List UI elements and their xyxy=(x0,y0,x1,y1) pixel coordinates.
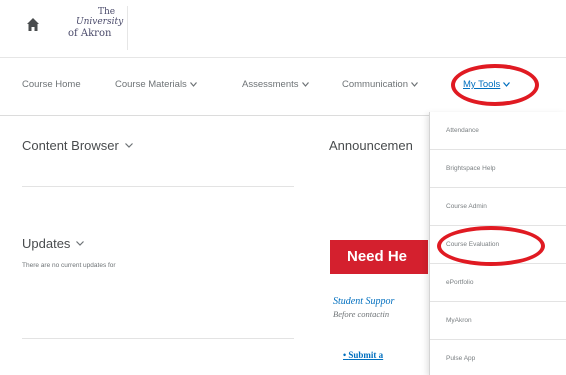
chevron-down-icon xyxy=(411,82,418,87)
nav-communication[interactable]: Communication xyxy=(342,79,418,90)
nav-assessments[interactable]: Assessments xyxy=(242,79,309,90)
announcements-title[interactable]: Announcemen xyxy=(329,138,413,153)
chevron-down-icon xyxy=(76,241,85,246)
nav-my-tools[interactable]: My Tools xyxy=(463,79,511,90)
content-browser-title[interactable]: Content Browser xyxy=(22,138,133,153)
divider xyxy=(22,338,294,339)
widget-title-label: Content Browser xyxy=(22,138,119,153)
logo-line-3: of Akron xyxy=(68,28,112,39)
divider xyxy=(22,186,294,187)
chevron-down-icon xyxy=(503,82,511,87)
nav-course-materials[interactable]: Course Materials xyxy=(115,79,197,90)
chevron-down-icon xyxy=(124,143,133,148)
nav-label: Communication xyxy=(342,79,408,90)
menu-item-eportfolio[interactable]: ePortfolio xyxy=(430,264,566,302)
widget-title-label: Announcemen xyxy=(329,138,413,153)
nav-label: Assessments xyxy=(242,79,299,90)
nav-label: Course Materials xyxy=(115,79,187,90)
need-help-banner[interactable]: Need He xyxy=(330,240,428,274)
menu-item-pulse-app[interactable]: Pulse App xyxy=(430,340,566,375)
student-support-subtitle: Before contactin xyxy=(333,309,390,319)
chevron-down-icon xyxy=(301,82,309,87)
university-logo[interactable]: The University of Akron xyxy=(58,6,128,50)
nav-course-home[interactable]: Course Home xyxy=(22,79,81,90)
my-tools-dropdown: Attendance Brightspace Help Course Admin… xyxy=(429,112,566,375)
top-bar: The University of Akron xyxy=(0,0,566,58)
menu-item-brightspace-help[interactable]: Brightspace Help xyxy=(430,150,566,188)
menu-item-course-evaluation[interactable]: Course Evaluation xyxy=(430,226,566,264)
updates-empty-text: There are no current updates for xyxy=(22,262,116,269)
menu-item-myakron[interactable]: MyAkron xyxy=(430,302,566,340)
chevron-down-icon xyxy=(189,82,197,87)
menu-item-attendance[interactable]: Attendance xyxy=(430,112,566,150)
home-icon[interactable] xyxy=(27,18,39,32)
student-support-title: Student Suppor xyxy=(333,296,395,307)
logo-line-2: University xyxy=(76,17,124,27)
widget-title-label: Updates xyxy=(22,236,71,251)
logo-line-1: The xyxy=(98,7,116,17)
submit-link-label: Submit a xyxy=(348,350,384,360)
course-navbar: Course Home Course Materials Assessments… xyxy=(0,58,566,116)
updates-title[interactable]: Updates xyxy=(22,236,85,251)
submit-link[interactable]: • Submit a xyxy=(343,350,383,360)
nav-label: My Tools xyxy=(463,79,501,90)
menu-item-course-admin[interactable]: Course Admin xyxy=(430,188,566,226)
nav-label: Course Home xyxy=(22,79,81,90)
